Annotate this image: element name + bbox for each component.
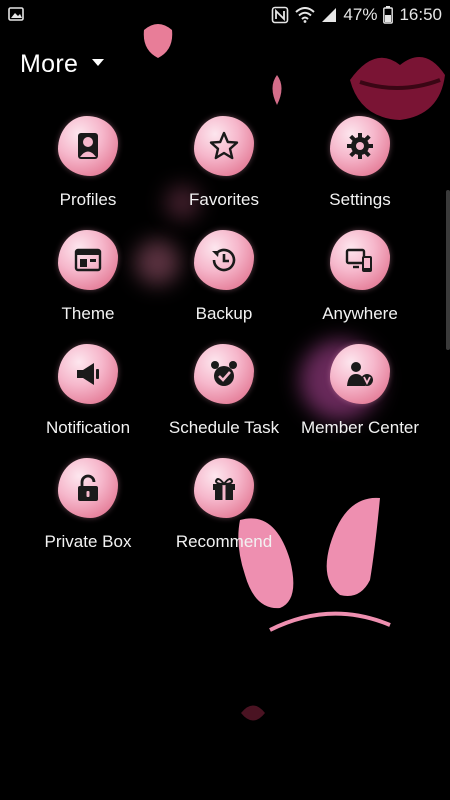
page-title: More xyxy=(20,50,79,78)
app-notification[interactable]: Notification xyxy=(20,338,156,452)
app-label: Notification xyxy=(45,418,131,437)
app-backup[interactable]: Backup xyxy=(156,224,292,338)
nfc-icon xyxy=(272,6,289,24)
backup-icon xyxy=(194,230,254,290)
battery-percentage: 47% xyxy=(343,5,378,24)
app-profiles[interactable]: Profiles xyxy=(20,110,156,224)
clock-time: 16:50 xyxy=(399,5,442,24)
theme-icon xyxy=(58,230,118,290)
wifi-icon xyxy=(295,7,316,23)
app-member-center[interactable]: Member Center xyxy=(292,338,428,452)
signal-icon xyxy=(322,8,337,22)
status-right: 47% 16:50 xyxy=(271,5,442,25)
gear-icon xyxy=(330,116,390,176)
chevron-down-icon xyxy=(92,59,105,66)
app-label: Profiles xyxy=(59,190,117,209)
gift-icon xyxy=(194,458,254,518)
lock-icon xyxy=(58,458,118,518)
megaphone-icon xyxy=(58,344,118,404)
app-label: Anywhere xyxy=(322,304,398,323)
app-label: Settings xyxy=(329,190,391,209)
status-left xyxy=(8,6,24,27)
profile-icon xyxy=(58,116,118,176)
app-grid: Profiles Favorites Settings Theme Backup… xyxy=(20,110,430,566)
scroll-indicator xyxy=(446,190,450,350)
app-private-box[interactable]: Private Box xyxy=(20,452,156,566)
app-label: Backup xyxy=(195,304,253,323)
app-label: Private Box xyxy=(44,532,132,551)
battery-icon xyxy=(383,6,394,24)
more-dropdown[interactable]: More xyxy=(20,50,105,79)
app-favorites[interactable]: Favorites xyxy=(156,110,292,224)
app-label: Recommend xyxy=(175,532,273,551)
member-icon xyxy=(330,344,390,404)
alarm-clock-icon xyxy=(194,344,254,404)
app-schedule-task[interactable]: Schedule Task xyxy=(156,338,292,452)
app-theme[interactable]: Theme xyxy=(20,224,156,338)
app-label: Theme xyxy=(61,304,115,323)
app-recommend[interactable]: Recommend xyxy=(156,452,292,566)
petal-icon xyxy=(272,75,282,105)
petal-icon xyxy=(241,705,265,721)
app-label: Favorites xyxy=(189,190,259,209)
app-settings[interactable]: Settings xyxy=(292,110,428,224)
app-label: Member Center xyxy=(300,418,420,437)
app-label: Schedule Task xyxy=(168,418,280,437)
app-anywhere[interactable]: Anywhere xyxy=(292,224,428,338)
anywhere-icon xyxy=(330,230,390,290)
status-bar: 47% 16:50 xyxy=(0,0,450,32)
gallery-icon xyxy=(8,7,24,21)
star-icon xyxy=(194,116,254,176)
